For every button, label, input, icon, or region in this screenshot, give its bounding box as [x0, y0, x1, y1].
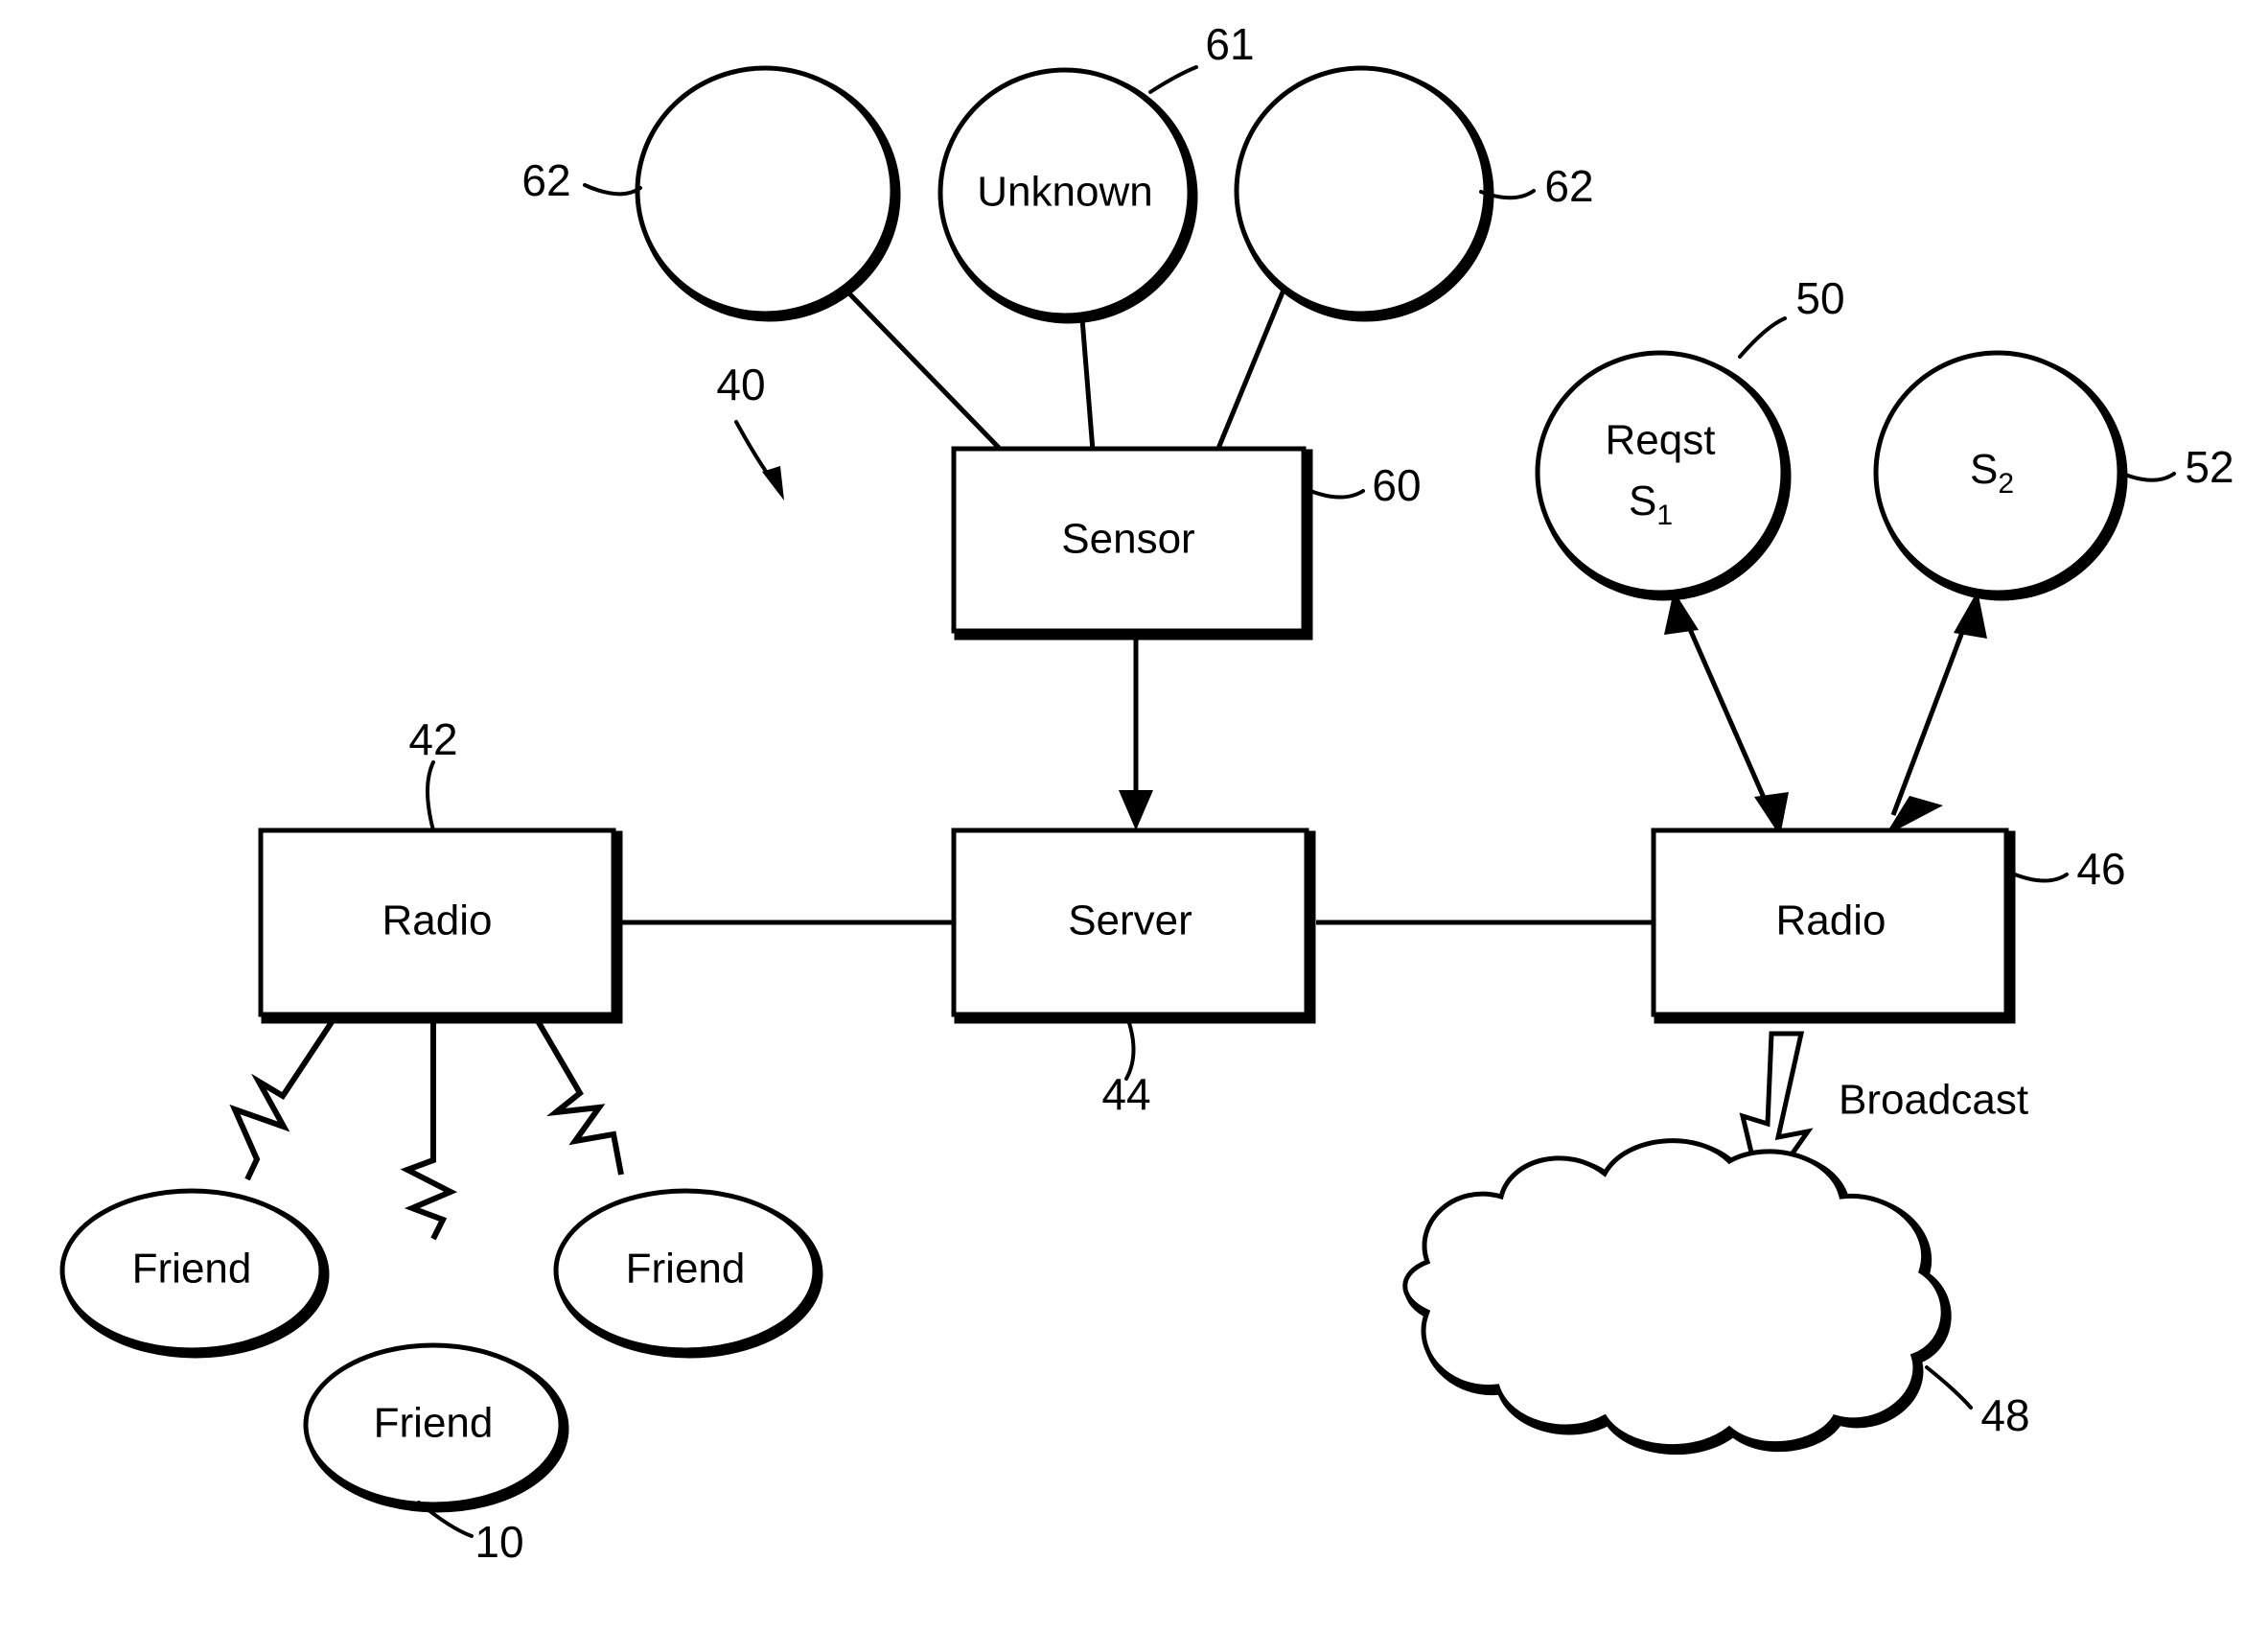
- ref-62-left: 62: [521, 155, 570, 205]
- patent-network-diagram: Unknown 62 61 62 40 Sensor 60 Reqst S1 5…: [0, 0, 2268, 1631]
- leader-42: [426, 760, 435, 832]
- leader-61: [1148, 65, 1198, 94]
- connector-circle62left-to-sensor: [842, 286, 1004, 453]
- cloud-shape: [1402, 1138, 1946, 1449]
- connector-radioright-to-reqst-s1: [1679, 610, 1774, 817]
- ref-60: 60: [1372, 460, 1421, 510]
- ref-48: 48: [1980, 1390, 2029, 1440]
- leader-52: [2118, 471, 2176, 482]
- connector-unknown-to-sensor: [1078, 306, 1096, 452]
- friend-right-label: Friend: [626, 1246, 746, 1293]
- diagram-canvas: Unknown 62 61 62 40 Sensor 60 Reqst S1 5…: [59, 19, 2234, 1567]
- server-box-label: Server: [1068, 897, 1192, 944]
- leader-60: [1304, 487, 1365, 500]
- ref-50: 50: [1795, 273, 1844, 323]
- ref-10: 10: [474, 1517, 523, 1567]
- ref-61: 61: [1205, 19, 1254, 69]
- wireless-link-friend-right: [534, 1017, 624, 1176]
- ref-44: 44: [1101, 1069, 1150, 1119]
- leader-48: [1925, 1365, 1973, 1410]
- unknown-circle-label: Unknown: [977, 169, 1152, 216]
- radio-left-box-label: Radio: [382, 897, 493, 944]
- unlabeled-circle-left: [635, 65, 895, 316]
- leader-62-left: [583, 183, 642, 197]
- friend-left-label: Friend: [132, 1246, 252, 1293]
- unlabeled-circle-right: [1234, 65, 1489, 316]
- sensor-box-label: Sensor: [1061, 516, 1194, 563]
- radio-right-box-label: Radio: [1776, 897, 1886, 944]
- connector-circle62right-to-sensor: [1215, 287, 1287, 452]
- ref-42: 42: [408, 714, 457, 764]
- ref-40-system: 40: [716, 360, 765, 409]
- ref-62-right: 62: [1544, 161, 1593, 211]
- reqst-s1-circle: [1535, 350, 1786, 595]
- ref-46: 46: [2076, 844, 2125, 894]
- wireless-link-friend-center: [400, 1019, 458, 1241]
- arrowhead-40: [762, 466, 784, 501]
- ref-52: 52: [2185, 442, 2233, 492]
- leader-46: [2008, 871, 2069, 883]
- wireless-link-friend-left: [229, 1017, 336, 1181]
- broadcast-label: Broadcast: [1839, 1077, 2028, 1124]
- friend-center-label: Friend: [374, 1400, 494, 1447]
- connector-radioright-to-s2: [1890, 611, 1973, 816]
- arrowhead-sensor-to-server: [1119, 790, 1153, 830]
- reqst-s1-label-line1: Reqst: [1606, 417, 1716, 464]
- leader-50: [1738, 316, 1787, 359]
